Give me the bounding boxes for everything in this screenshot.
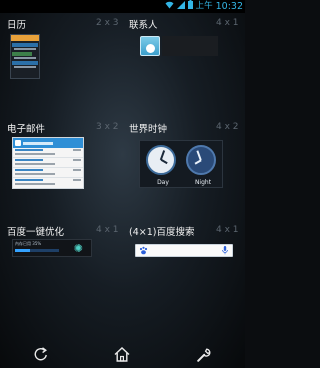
status-ampm: 上午 [195, 1, 213, 11]
email-preview [12, 137, 84, 189]
widget-title: 联系人 [129, 20, 158, 31]
widget-title: (4×1)百度搜索 [129, 227, 195, 238]
widget-title: 百度一键优化 [7, 227, 65, 238]
day-clock-icon [146, 145, 176, 175]
microphone-icon [222, 246, 228, 258]
widget-title: 电子邮件 [7, 124, 46, 135]
wifi-icon [165, 0, 174, 13]
widget-size: 4 x 1 [216, 225, 239, 235]
wrench-icon [197, 348, 211, 362]
day-clock-label: Day [157, 179, 169, 186]
optimizer-progress-label: 內存已用 35% [15, 241, 42, 246]
refresh-icon [34, 346, 48, 363]
optimizer-preview: 內存已用 35% ✺ [12, 239, 92, 257]
widget-size: 3 x 2 [96, 122, 119, 132]
baidu-paw-icon [139, 246, 148, 258]
search-bar-preview [135, 244, 233, 257]
gear-icon: ✺ [73, 242, 83, 255]
contact-avatar-icon [140, 36, 160, 56]
widget-title: 日历 [7, 20, 27, 31]
settings-button[interactable] [184, 341, 224, 368]
optimizer-progress-bar [15, 249, 59, 252]
contact-preview-strip [162, 36, 218, 56]
night-clock-label: Night [194, 179, 212, 186]
widget-size: 2 x 3 [96, 18, 119, 28]
calendar-preview [10, 34, 40, 79]
battery-icon [187, 0, 193, 13]
widget-size: 4 x 1 [96, 225, 119, 235]
world-clock-preview: Day Night [139, 140, 223, 188]
home-icon [114, 347, 130, 362]
widget-size: 4 x 2 [216, 122, 239, 132]
night-clock-icon [186, 145, 216, 175]
bottom-nav [0, 341, 245, 368]
widget-size: 4 x 1 [216, 18, 239, 28]
refresh-button[interactable] [21, 341, 61, 368]
status-bar: 上午 10:32 [0, 0, 245, 13]
status-time: 10:32 [215, 1, 243, 12]
widget-title: 世界时钟 [129, 124, 168, 135]
home-button[interactable] [102, 341, 142, 368]
signal-icon [176, 0, 185, 13]
